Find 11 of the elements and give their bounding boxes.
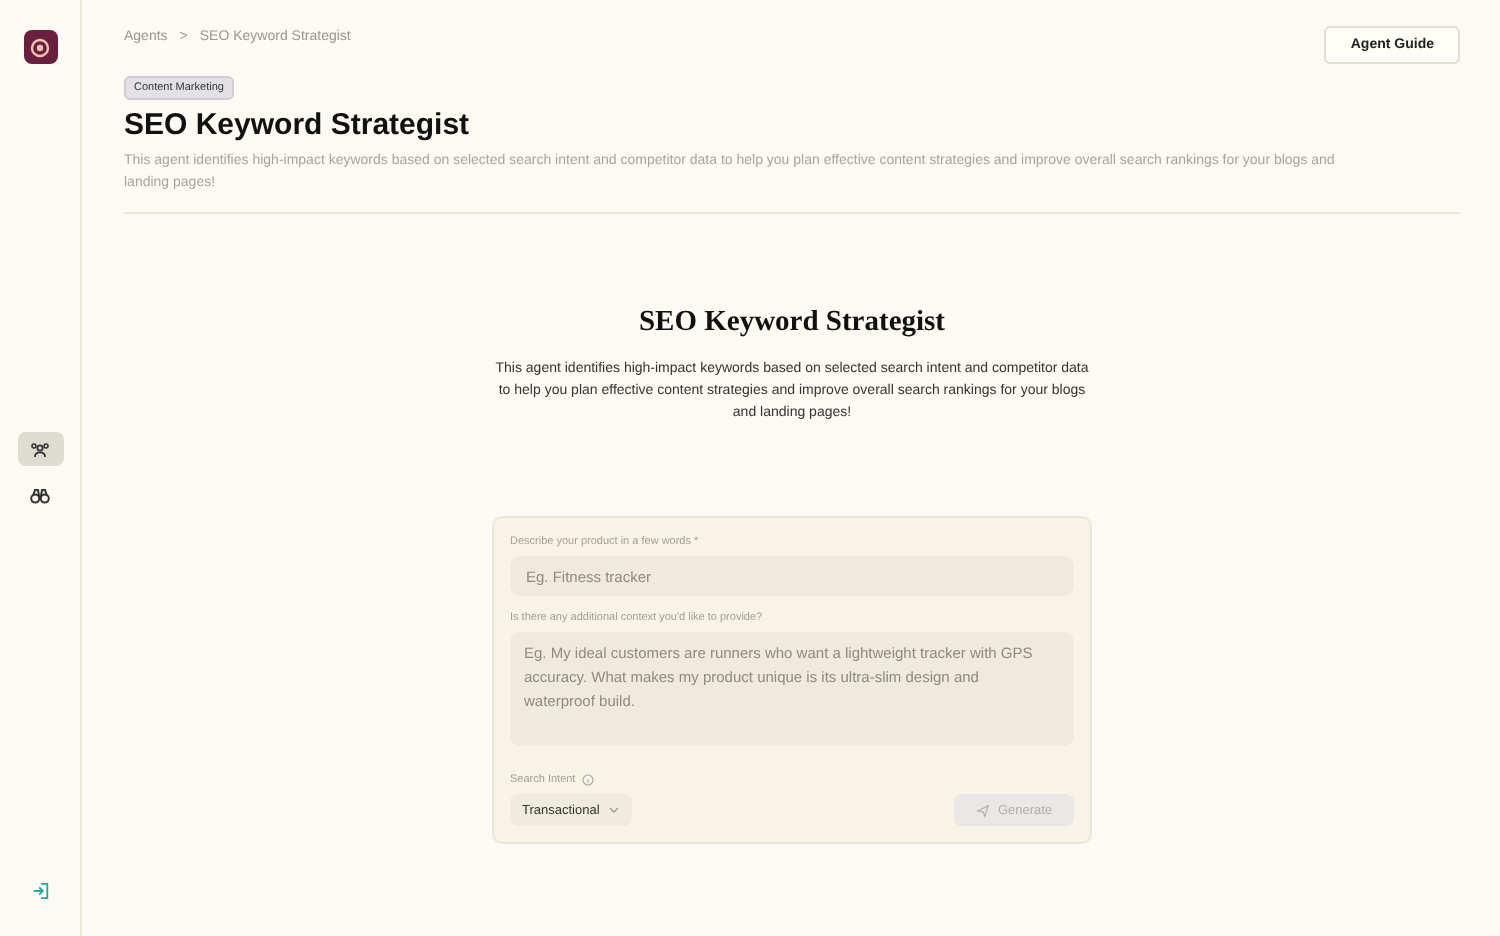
- chevron-down-icon: [607, 806, 620, 814]
- agents-nav-button[interactable]: [17, 432, 63, 466]
- people-icon: [30, 441, 50, 457]
- page-title: SEO Keyword Strategist: [124, 108, 472, 142]
- send-icon: [975, 803, 990, 817]
- agent-title: SEO Keyword Strategist: [636, 306, 948, 340]
- logo-icon: [30, 37, 50, 57]
- sign-out-icon: [31, 882, 49, 900]
- sign-out-button[interactable]: [31, 882, 49, 900]
- app-logo[interactable]: [23, 30, 57, 64]
- binoculars-icon: [30, 487, 50, 503]
